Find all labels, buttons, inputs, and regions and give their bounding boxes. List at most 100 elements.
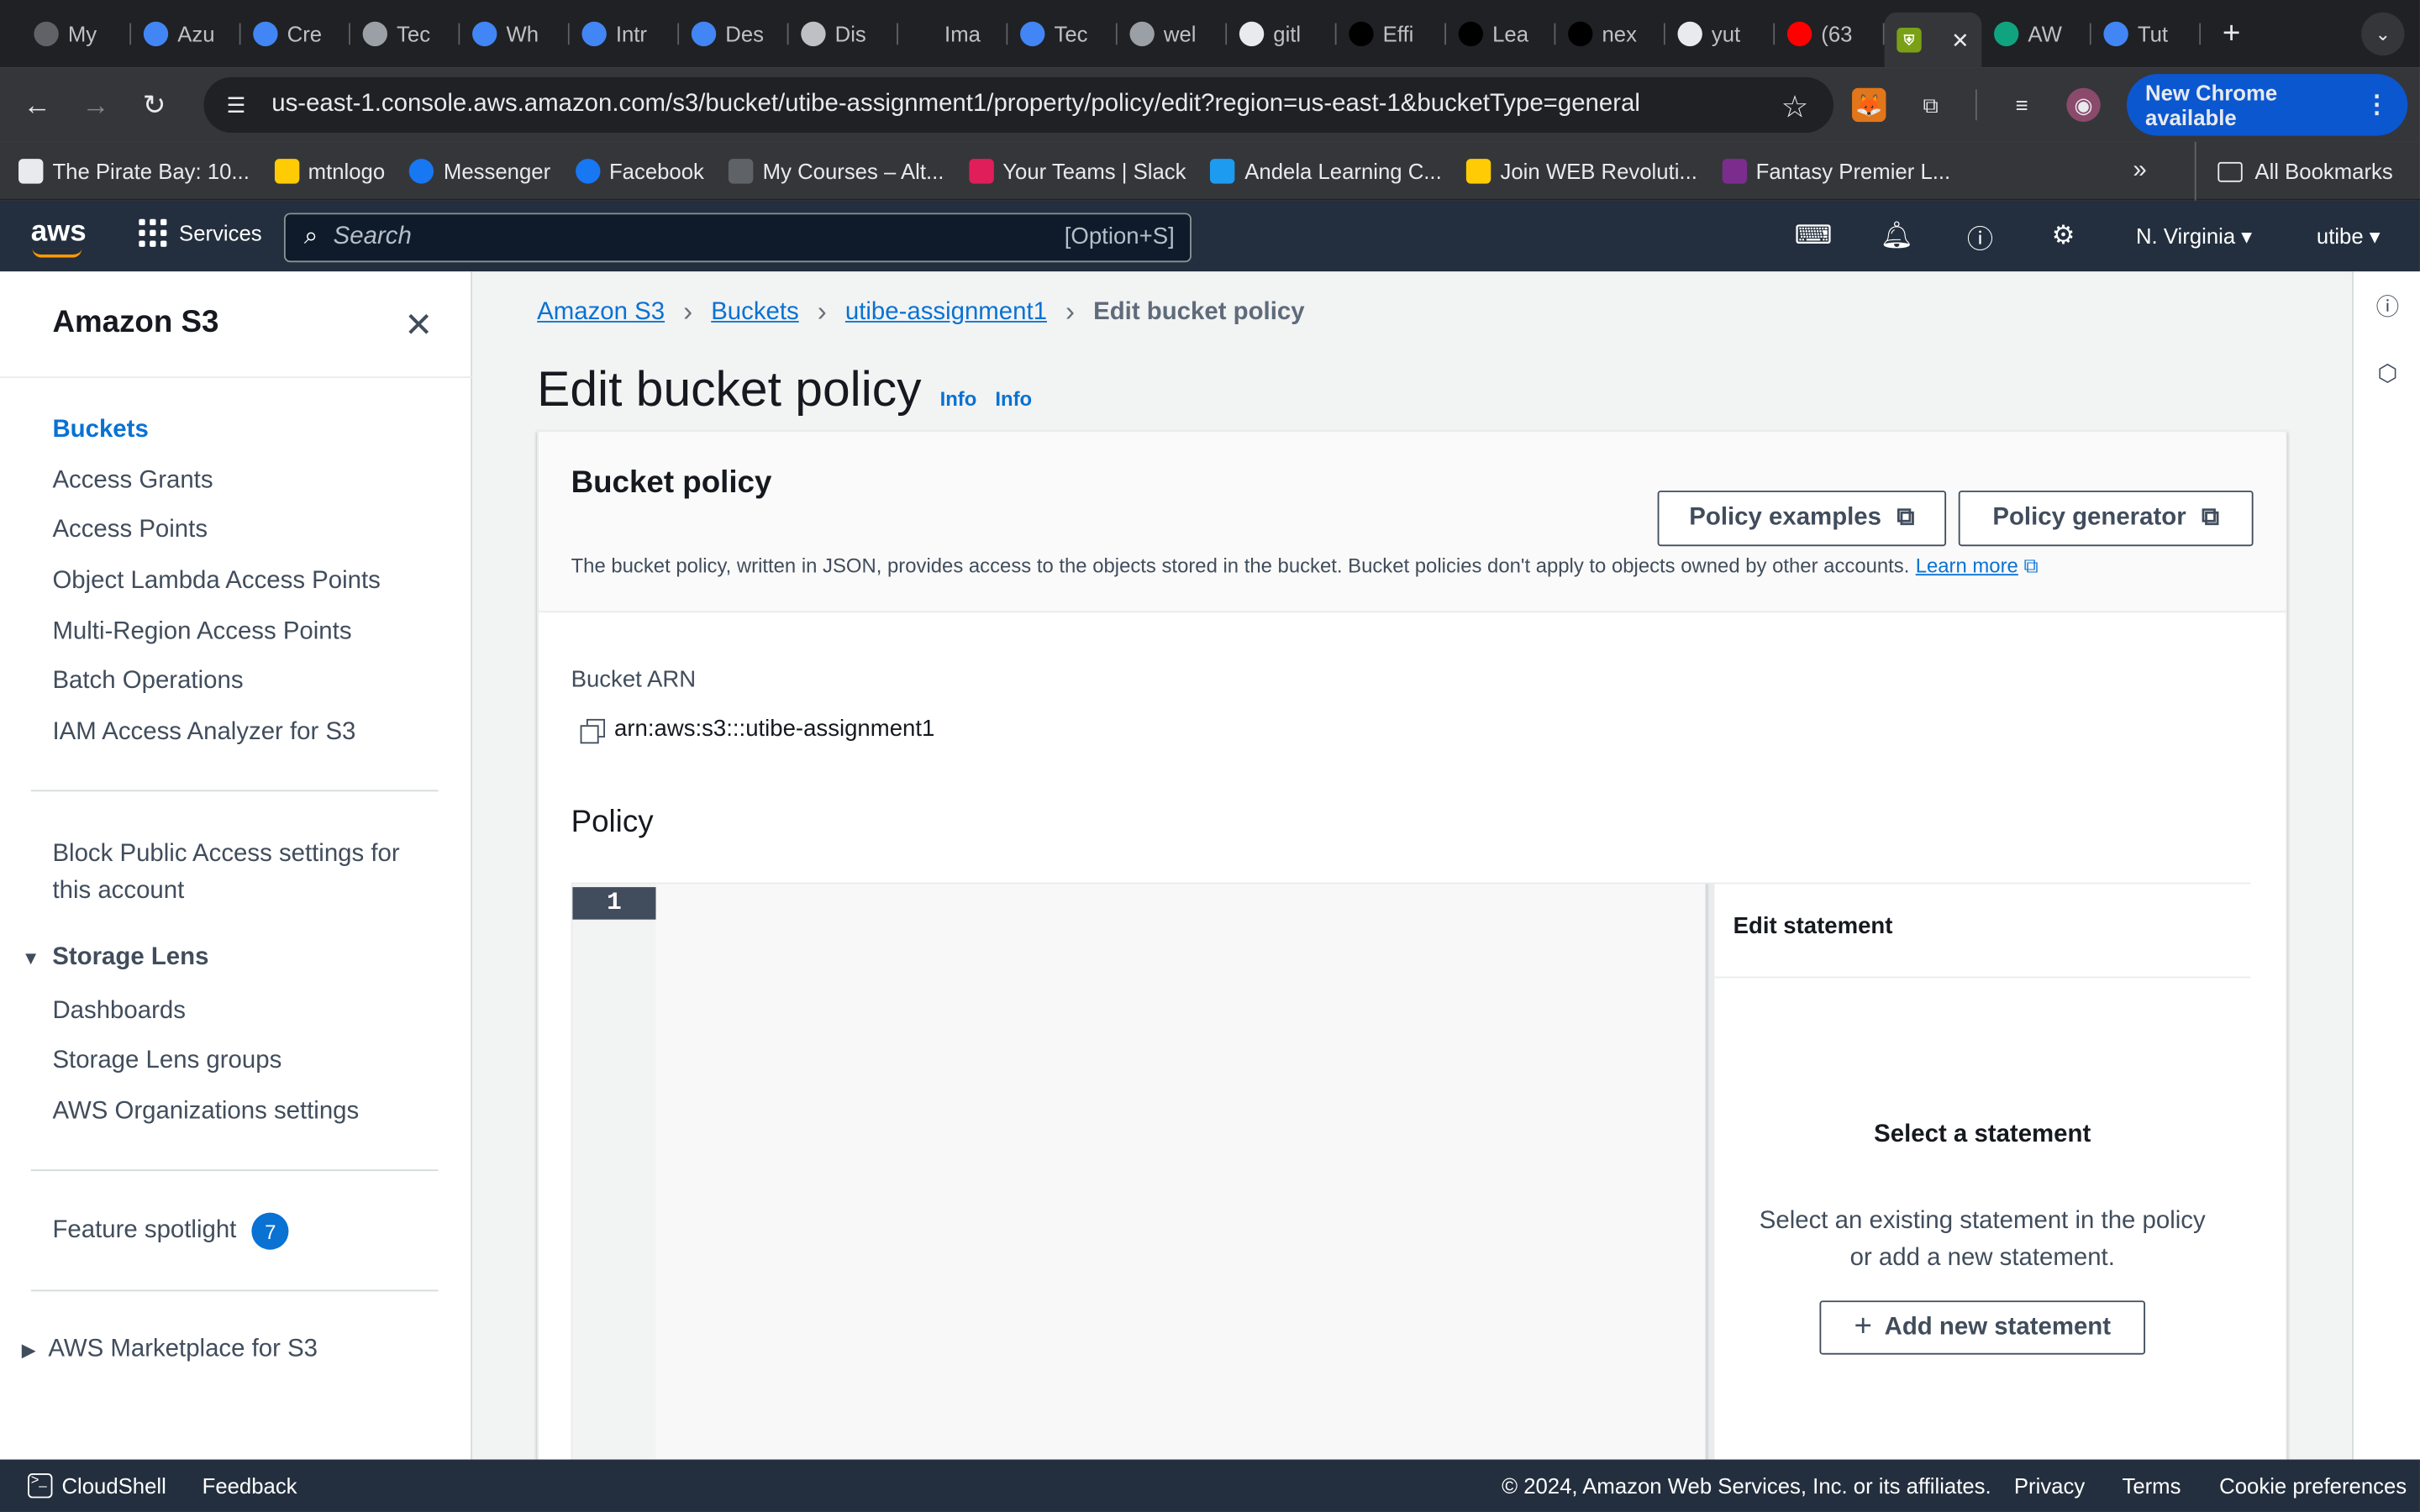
sidebar-item-feature-spotlight[interactable]: Feature spotlight 7	[52, 1212, 289, 1250]
policy-generator-button[interactable]: Policy generator ⧉	[1958, 491, 2254, 547]
privacy-link[interactable]: Privacy	[2014, 1473, 2085, 1498]
v-icon	[801, 21, 826, 47]
tab-b-8[interactable]: Ima	[898, 11, 1008, 57]
bookmark-item[interactable]: The Pirate Bay: 10...	[6, 158, 261, 183]
sidebar-item-block-public-access[interactable]: Block Public Access settings for this ac…	[52, 836, 423, 910]
all-bookmarks-button[interactable]: All Bookmarks	[2194, 141, 2393, 201]
tab-b-15[interactable]: yut	[1665, 11, 1776, 57]
tab-b-7[interactable]: Dis	[789, 11, 898, 57]
account-menu[interactable]: utibe ▾	[2317, 223, 2381, 249]
copy-icon[interactable]	[580, 717, 605, 743]
caret-right-icon: ▶	[21, 1339, 36, 1361]
chrome-icon	[691, 21, 717, 47]
cloudshell-button[interactable]: CloudShell	[28, 1472, 166, 1499]
bookmark-item[interactable]: My Courses – Alt...	[717, 158, 957, 183]
feedback-link[interactable]: Feedback	[203, 1473, 297, 1498]
metamask-icon[interactable]: 🦊	[1852, 87, 1886, 123]
triangle-icon	[1568, 21, 1593, 47]
openai-icon	[910, 21, 936, 47]
tab-a-1[interactable]: Tut	[2091, 11, 2202, 57]
sidebar-item-buckets[interactable]: Buckets	[52, 417, 148, 444]
sidebar-item-access-grants[interactable]: Access Grants	[52, 468, 213, 496]
tab-title: Tec	[1054, 21, 1088, 47]
tab-b-10[interactable]: wel	[1118, 11, 1228, 57]
tab-b-11[interactable]: gitl	[1227, 11, 1337, 57]
tab-b-3[interactable]: Tec	[350, 11, 460, 57]
new-tab-icon[interactable]: +	[2223, 16, 2240, 51]
breadcrumb-bucket-name[interactable]: utibe-assignment1	[845, 298, 1047, 326]
info-circle-icon[interactable]: ⓘ	[2372, 290, 2403, 321]
sidebar-item-access-points[interactable]: Access Points	[52, 517, 208, 544]
sidebar-item-aws-organizations-settings[interactable]: AWS Organizations settings	[52, 1099, 359, 1126]
bookmark-item[interactable]: mtnlogo	[262, 158, 397, 183]
tab-b-6[interactable]: Des	[679, 11, 789, 57]
more-vert-icon[interactable]: ⋮	[2365, 90, 2389, 121]
bookmark-item[interactable]: Join WEB Revoluti...	[1454, 158, 1709, 183]
site-settings-icon[interactable]: ☰	[222, 91, 250, 118]
edge-icon	[2103, 21, 2128, 47]
sidebar-item-object-lambda[interactable]: Object Lambda Access Points	[52, 568, 380, 596]
cloudshell-icon[interactable]: ⌨	[1795, 219, 1833, 253]
forward-arrow-icon[interactable]: →	[74, 83, 117, 126]
add-new-statement-button[interactable]: + Add new statement	[1819, 1300, 2146, 1355]
new-chrome-available-button[interactable]: New Chrome available ⋮	[2126, 74, 2408, 136]
bookmark-item[interactable]: Andela Learning C...	[1198, 158, 1454, 183]
security-hexagon-icon[interactable]: ⬡	[2372, 358, 2403, 389]
info-link[interactable]: Info	[995, 387, 1032, 411]
bookmark-item[interactable]: Facebook	[563, 158, 717, 183]
reload-icon[interactable]: ↻	[133, 83, 176, 126]
info-link[interactable]: Info	[940, 387, 977, 411]
bookmark-item[interactable]: Messenger	[397, 158, 563, 183]
cookie-preferences-link[interactable]: Cookie preferences	[2219, 1473, 2407, 1498]
services-menu-button[interactable]: Services	[139, 218, 262, 247]
more-bookmarks-icon[interactable]: »	[2133, 157, 2146, 185]
bucket-arn-label: Bucket ARN	[571, 666, 697, 693]
tab-b-16[interactable]: (63	[1775, 11, 1885, 57]
tab-b-5[interactable]: Intr	[570, 11, 680, 57]
tab-search-chevron-icon[interactable]: ⌄	[2361, 12, 2405, 56]
policy-examples-button[interactable]: Policy examples ⧉	[1657, 491, 1947, 547]
settings-gear-icon[interactable]: ⚙	[2046, 219, 2080, 253]
tab-b-4[interactable]: Wh	[460, 11, 570, 57]
tab-b-12[interactable]: Effi	[1337, 11, 1446, 57]
breadcrumb-amazon-s3[interactable]: Amazon S3	[537, 298, 665, 326]
bookmark-star-icon[interactable]: ☆	[1781, 88, 1809, 127]
tab-a-0[interactable]: AW	[1981, 11, 2091, 57]
marketplace-section-toggle[interactable]: ▶ AWS Marketplace for S3	[22, 1336, 318, 1364]
profile-avatar[interactable]: ◉	[2066, 87, 2101, 123]
editor-gutter: 1	[572, 884, 656, 1483]
sidebar-item-batch-operations[interactable]: Batch Operations	[52, 668, 243, 696]
sidebar-item-multi-region[interactable]: Multi-Region Access Points	[52, 619, 351, 647]
tab-b-13[interactable]: Lea	[1446, 11, 1556, 57]
help-icon[interactable]: ⓘ	[1963, 219, 1996, 254]
breadcrumb-buckets[interactable]: Buckets	[711, 298, 799, 326]
media-queue-icon[interactable]: ≡	[2005, 88, 2039, 122]
tab-b-0[interactable]: My	[22, 11, 132, 57]
bookmark-item[interactable]: Fantasy Premier L...	[1710, 158, 1963, 183]
code-textarea[interactable]	[655, 884, 1706, 1483]
tab-title: (63	[1821, 21, 1853, 47]
storage-lens-section-toggle[interactable]: ▼ Storage Lens	[22, 944, 209, 972]
bookmark-item[interactable]: Your Teams | Slack	[956, 158, 1198, 183]
sidebar-item-iam-access-analyzer[interactable]: IAM Access Analyzer for S3	[52, 719, 355, 747]
terms-link[interactable]: Terms	[2122, 1473, 2181, 1498]
search-input[interactable]: ⌕ Search [Option+S]	[283, 213, 1192, 263]
address-bar[interactable]: ☰ us-east-1.console.aws.amazon.com/s3/bu…	[203, 76, 1833, 133]
sidebar-item-storage-lens-groups[interactable]: Storage Lens groups	[52, 1047, 281, 1075]
tab-b-14[interactable]: nex	[1555, 11, 1665, 57]
tab-active-aws[interactable]: ⛨ ✕	[1884, 12, 1982, 68]
close-sidebar-icon[interactable]: ✕	[404, 306, 433, 346]
sidebar-item-dashboards[interactable]: Dashboards	[52, 998, 185, 1026]
learn-more-link[interactable]: Learn more	[1916, 554, 2018, 577]
extensions-puzzle-icon[interactable]: ⧉	[1914, 88, 1948, 122]
tab-b-1[interactable]: Azu	[131, 11, 241, 57]
back-arrow-icon[interactable]: ←	[15, 83, 58, 126]
breadcrumb: Amazon S3 › Buckets › utibe-assignment1 …	[537, 297, 1304, 329]
tab-b-2[interactable]: Cre	[241, 11, 350, 57]
region-selector[interactable]: N. Virginia ▾	[2136, 223, 2252, 249]
tab-b-9[interactable]: Tec	[1007, 11, 1118, 57]
close-tab-icon[interactable]: ✕	[1951, 27, 1970, 53]
aws-logo[interactable]: aws	[31, 216, 87, 258]
notifications-bell-icon[interactable]: 🔔︎	[1880, 219, 1913, 253]
panel-resize-handle[interactable]	[1705, 884, 1715, 1483]
